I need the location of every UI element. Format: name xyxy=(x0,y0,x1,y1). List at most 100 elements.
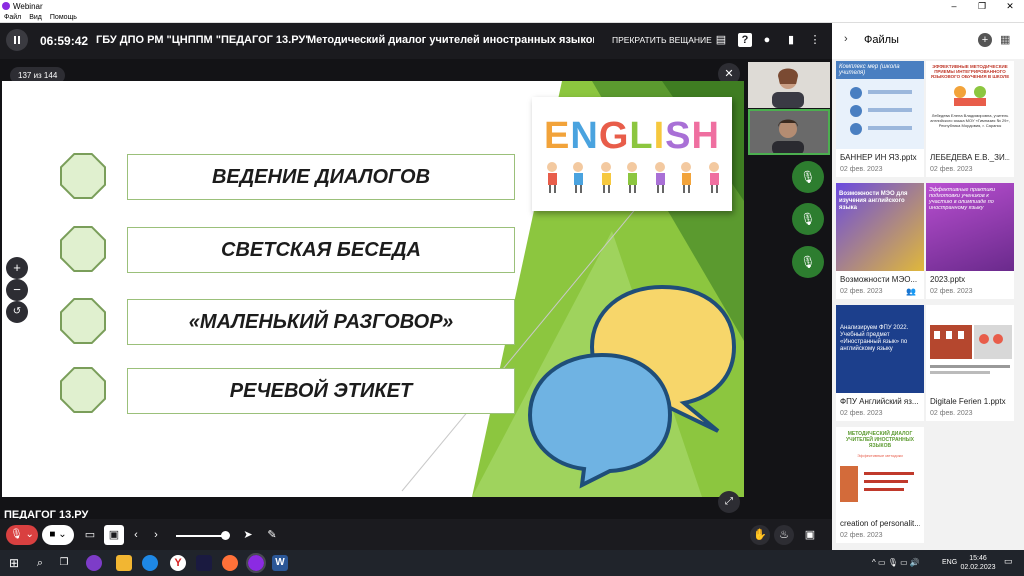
english-letter: E xyxy=(544,115,571,157)
file-card[interactable]: Анализируем ФПУ 2022. Учебный предмет «И… xyxy=(836,305,924,421)
raise-hand-icon[interactable]: ✋ xyxy=(750,525,770,545)
presentation-icon[interactable]: ▣ xyxy=(104,525,124,545)
chevron-right-icon[interactable]: › xyxy=(844,33,848,45)
menu-help[interactable]: Помощь xyxy=(50,14,77,21)
file-explorer-icon[interactable] xyxy=(116,555,132,571)
user-icon[interactable]: ● xyxy=(760,33,774,47)
camera-toggle[interactable]: ■ ⌄ xyxy=(42,525,74,545)
window-titlebar: Webinar – ❐ ✕ xyxy=(0,0,1024,12)
english-letter: I xyxy=(653,115,666,157)
file-thumbnail: Анализируем ФПУ 2022. Учебный предмет «И… xyxy=(836,305,924,393)
english-letter: N xyxy=(570,115,599,157)
search-icon[interactable]: ⌕ xyxy=(32,555,48,571)
file-card[interactable]: Комплекс мер (школа учителя) БАННЕР ИН Я… xyxy=(836,61,924,177)
file-card[interactable]: МЕТОДИЧЕСКИЙ ДИАЛОГ УЧИТЕЛЕЙ ИНОСТРАННЫХ… xyxy=(836,427,924,543)
kids-illustration xyxy=(547,162,719,193)
muted-mic-icon[interactable]: 🎙 xyxy=(792,246,824,278)
participant-video[interactable] xyxy=(748,62,830,108)
language-indicator[interactable]: ENG xyxy=(942,559,957,566)
file-thumbnail: ЭФФЕКТИВНЫЕ МЕТОДИЧЕСКИЕ ПРИЕМЫ ИНТЕГРИР… xyxy=(926,61,1014,149)
files-title: Файлы xyxy=(864,34,899,46)
thumbnail-text: Комплекс мер (школа учителя) xyxy=(836,61,924,79)
chat-icon[interactable]: ▤ xyxy=(714,33,728,47)
close-window-icon[interactable]: ✕ xyxy=(996,0,1024,12)
pause-icon xyxy=(14,36,16,44)
pause-button[interactable] xyxy=(6,29,28,51)
task-view-icon[interactable]: ❐ xyxy=(56,555,72,571)
bottom-toolbar: 🎙 ⌄ ■ ⌄ ▭ ▣ ‹ › ➤ ✎ ✋ ♨ ▣ xyxy=(0,519,832,550)
video-app-icon[interactable] xyxy=(196,555,212,571)
zoom-out-icon[interactable]: − xyxy=(6,279,28,301)
muted-mic-icon[interactable]: 🎙 xyxy=(792,161,824,193)
file-card[interactable]: ЭФФЕКТИВНЫЕ МЕТОДИЧЕСКИЕ ПРИЕМЫ ИНТЕГРИР… xyxy=(926,61,1014,177)
person-silhouette-icon xyxy=(750,111,828,153)
file-date: 02 фев. 2023 xyxy=(840,166,883,173)
fullscreen-icon[interactable]: ⤢ xyxy=(718,491,740,513)
thumbnail-text: ЭФФЕКТИВНЫЕ МЕТОДИЧЕСКИЕ ПРИЕМЫ ИНТЕГРИР… xyxy=(930,64,1010,79)
clock-date: 02.02.2023 xyxy=(960,564,996,571)
reset-icon[interactable]: ↺ xyxy=(6,301,28,323)
minimize-icon[interactable]: – xyxy=(940,0,968,12)
previous-slide-icon[interactable]: ‹ xyxy=(126,525,146,545)
grid-view-icon[interactable]: ▦ xyxy=(1000,33,1010,46)
file-card[interactable]: Digitale Ferien 1.pptx 02 фев. 2023 xyxy=(926,305,1014,421)
system-clock[interactable]: 15:46 02.02.2023 xyxy=(956,554,1000,572)
file-date: 02 фев. 2023 xyxy=(840,410,883,417)
maximize-icon[interactable]: ❐ xyxy=(968,0,996,12)
file-name: ЛЕБЕДЕВА Е.В._ЗИ... xyxy=(930,153,1010,162)
english-word: ENGLISH xyxy=(536,115,728,158)
file-card[interactable]: Эффективные практики подготовки учеников… xyxy=(926,183,1014,299)
english-letter: H xyxy=(691,115,720,157)
yandex-browser-icon[interactable]: Y xyxy=(170,555,186,571)
participants-column: 🎙 🎙 🎙 xyxy=(744,59,832,519)
file-thumbnail: МЕТОДИЧЕСКИЙ ДИАЛОГ УЧИТЕЛЕЙ ИНОСТРАННЫХ… xyxy=(836,427,924,515)
english-letter: S xyxy=(665,115,692,157)
menu-view[interactable]: Вид xyxy=(29,14,42,21)
zoom-in-icon[interactable]: + xyxy=(6,257,28,279)
menu-file[interactable]: Файл xyxy=(4,14,21,21)
microphone-toggle[interactable]: 🎙 ⌄ xyxy=(6,525,38,545)
thumbnail-text: МЕТОДИЧЕСКИЙ ДИАЛОГ УЧИТЕЛЕЙ ИНОСТРАННЫХ… xyxy=(845,431,915,449)
english-letter: L xyxy=(629,115,654,157)
add-file-icon[interactable]: + xyxy=(978,33,992,47)
children-icon xyxy=(954,86,986,106)
volume-slider-knob[interactable] xyxy=(221,531,230,540)
file-date: 02 фев. 2023 xyxy=(840,532,883,539)
stop-broadcast-button[interactable]: ПРЕКРАТИТЬ ВЕЩАНИЕ xyxy=(612,35,712,45)
taskbar-app-icon[interactable] xyxy=(86,555,102,571)
layout-icon[interactable]: ▣ xyxy=(800,525,820,545)
files-panel-header: › Файлы + ▦ xyxy=(832,23,1024,59)
system-tray-icons[interactable]: ^ ▭ 🎙 ▭ 🔊 xyxy=(872,558,920,567)
reaction-icon[interactable]: ♨ xyxy=(774,525,794,545)
file-name: creation of personalit... xyxy=(840,519,920,528)
english-banner: ENGLISH xyxy=(532,97,732,211)
speech-bubbles-illustration xyxy=(527,284,737,489)
presentation-stage: 137 из 144 ✕ ВЕДЕНИЕ ДИАЛОГОВ СВЕТСКАЯ Б… xyxy=(0,59,832,521)
muted-mic-icon[interactable]: 🎙 xyxy=(792,203,824,235)
edge-browser-icon[interactable] xyxy=(142,555,158,571)
file-thumbnail: Возможности МЭО для изучения английского… xyxy=(836,183,924,271)
more-icon[interactable]: ⋮ xyxy=(808,33,822,47)
participant-video-active[interactable] xyxy=(748,109,830,155)
draw-icon[interactable]: ✎ xyxy=(262,525,282,545)
topic-item: ВЕДЕНИЕ ДИАЛОГОВ xyxy=(127,154,515,200)
file-date: 02 фев. 2023 xyxy=(930,166,973,173)
file-icon[interactable]: ▮ xyxy=(784,33,798,47)
windows-start-icon[interactable]: ⊞ xyxy=(6,555,22,571)
building-photo-icon xyxy=(930,325,1012,374)
organizer-name: ГБУ ДПО РМ "ЦНППМ "ПЕДАГОГ 13.РУ" xyxy=(96,34,311,46)
word-icon[interactable]: W xyxy=(272,555,288,571)
next-slide-icon[interactable]: › xyxy=(146,525,166,545)
notifications-icon[interactable]: ▭ xyxy=(1004,556,1013,567)
pointer-icon[interactable]: ➤ xyxy=(238,525,258,545)
file-card[interactable]: Возможности МЭО для изучения английского… xyxy=(836,183,924,299)
english-letter: G xyxy=(598,115,630,157)
question-icon[interactable]: ? xyxy=(738,33,752,47)
screen-share-icon[interactable]: ▭ xyxy=(80,525,100,545)
presentation-slide: ВЕДЕНИЕ ДИАЛОГОВ СВЕТСКАЯ БЕСЕДА «МАЛЕНЬ… xyxy=(2,81,744,497)
firefox-icon[interactable] xyxy=(222,555,238,571)
file-name: БАННЕР ИН ЯЗ.pptx xyxy=(840,153,917,162)
file-name: Возможности МЭО... xyxy=(840,275,918,284)
webinar-taskbar-icon[interactable] xyxy=(246,553,266,573)
infographic-icon xyxy=(850,87,912,135)
